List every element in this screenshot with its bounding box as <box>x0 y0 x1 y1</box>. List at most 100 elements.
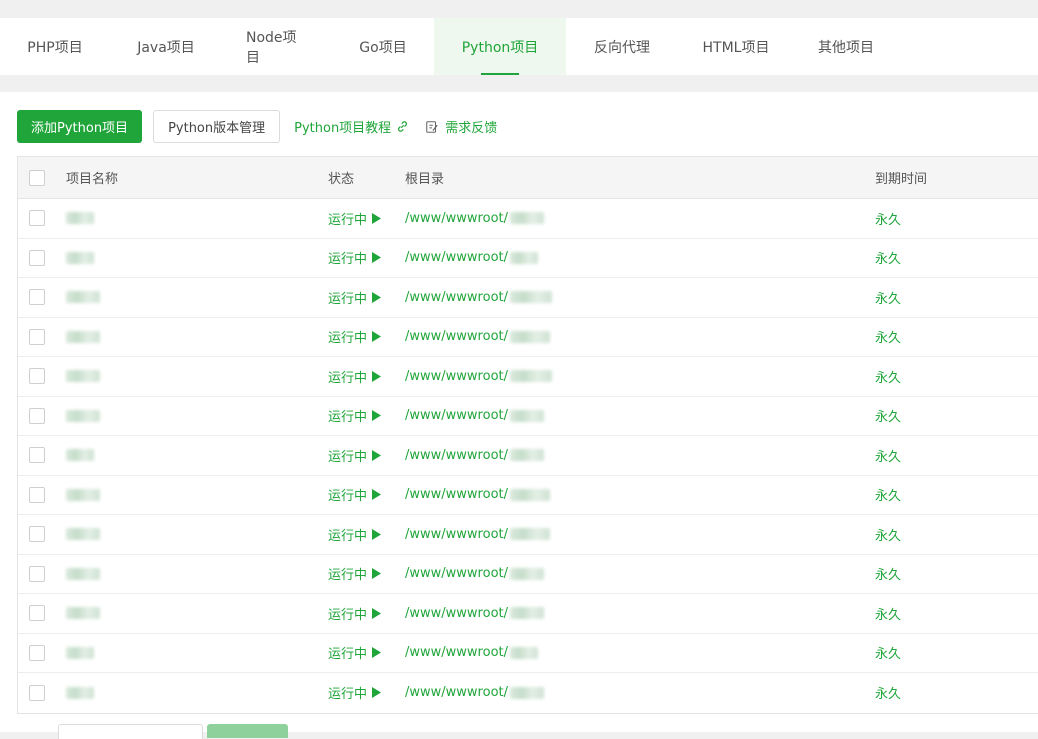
root-cell: /www/wwwroot/ <box>405 487 875 502</box>
project-name[interactable] <box>66 408 328 423</box>
redacted-path <box>510 607 544 620</box>
status-toggle[interactable]: 运行中 <box>328 209 405 228</box>
project-name[interactable] <box>66 329 328 344</box>
root-path: /www/wwwroot/ <box>405 685 508 701</box>
project-name[interactable] <box>66 250 328 265</box>
root-path-link[interactable]: /www/wwwroot/ <box>405 250 875 265</box>
expire-value[interactable]: 永久 <box>875 292 901 307</box>
root-path-link[interactable]: /www/wwwroot/ <box>405 527 875 542</box>
project-name[interactable] <box>66 685 328 700</box>
root-path: /www/wwwroot/ <box>405 526 508 542</box>
expire-value[interactable]: 永久 <box>875 568 901 583</box>
project-name[interactable] <box>66 527 328 542</box>
row-checkbox[interactable] <box>29 289 45 306</box>
root-path-link[interactable]: /www/wwwroot/ <box>405 566 875 581</box>
status-toggle[interactable]: 运行中 <box>328 604 405 623</box>
status-toggle[interactable]: 运行中 <box>328 288 405 307</box>
root-path: /www/wwwroot/ <box>405 210 508 226</box>
status-toggle[interactable]: 运行中 <box>328 327 405 346</box>
expire-value[interactable]: 永久 <box>875 489 901 504</box>
expire-value[interactable]: 永久 <box>875 450 901 465</box>
root-path-link[interactable]: /www/wwwroot/ <box>405 369 875 384</box>
root-cell: /www/wwwroot/ <box>405 685 875 700</box>
play-icon <box>372 212 382 224</box>
project-name[interactable] <box>66 290 328 305</box>
root-path-link[interactable]: /www/wwwroot/ <box>405 685 875 700</box>
python-version-manage-button[interactable]: Python版本管理 <box>153 110 281 143</box>
status-toggle[interactable]: 运行中 <box>328 525 405 544</box>
tab-6[interactable]: HTML项目 <box>678 18 794 75</box>
expire-value[interactable]: 永久 <box>875 213 901 228</box>
row-checkbox[interactable] <box>29 210 45 227</box>
tab-1[interactable]: Java项目 <box>110 18 222 75</box>
root-path-link[interactable]: /www/wwwroot/ <box>405 408 875 423</box>
tab-4[interactable]: Python项目 <box>434 18 566 75</box>
root-path-link[interactable]: /www/wwwroot/ <box>405 487 875 502</box>
redacted-project-name <box>66 409 100 422</box>
row-checkbox[interactable] <box>29 407 45 424</box>
row-checkbox[interactable] <box>29 644 45 661</box>
project-name[interactable] <box>66 487 328 502</box>
project-name[interactable] <box>66 448 328 463</box>
row-checkbox[interactable] <box>29 565 45 582</box>
expire-value[interactable]: 永久 <box>875 410 901 425</box>
root-path-link[interactable]: /www/wwwroot/ <box>405 290 875 305</box>
expire-value[interactable]: 永久 <box>875 529 901 544</box>
batch-action-button[interactable] <box>207 724 288 738</box>
status-toggle[interactable]: 运行中 <box>328 446 405 465</box>
redacted-project-name <box>66 488 100 501</box>
status-toggle[interactable]: 运行中 <box>328 683 405 702</box>
tab-2[interactable]: Node项目 <box>222 18 332 75</box>
status-toggle[interactable]: 运行中 <box>328 564 405 583</box>
select-all-checkbox[interactable] <box>29 169 45 186</box>
row-checkbox[interactable] <box>29 249 45 266</box>
expire-value[interactable]: 永久 <box>875 608 901 623</box>
row-checkbox[interactable] <box>29 447 45 464</box>
status-toggle[interactable]: 运行中 <box>328 643 405 662</box>
add-python-project-button[interactable]: 添加Python项目 <box>17 110 143 143</box>
project-name[interactable] <box>66 606 328 621</box>
row-checkbox[interactable] <box>29 328 45 345</box>
root-cell: /www/wwwroot/ <box>405 369 875 384</box>
status-toggle[interactable]: 运行中 <box>328 406 405 425</box>
tab-3[interactable]: Go项目 <box>332 18 434 75</box>
project-name[interactable] <box>66 369 328 384</box>
root-cell: /www/wwwroot/ <box>405 566 875 581</box>
row-checkbox-cell <box>18 644 66 661</box>
python-tutorial-link[interactable]: Python项目教程 <box>294 117 409 136</box>
project-name[interactable] <box>66 211 328 226</box>
table-row: 运行中/www/wwwroot/永久 <box>18 357 1038 397</box>
root-cell: /www/wwwroot/ <box>405 211 875 226</box>
redacted-project-name <box>66 212 94 225</box>
redacted-project-name <box>66 370 100 383</box>
expire-value[interactable]: 永久 <box>875 331 901 346</box>
tab-7[interactable]: 其他项目 <box>794 18 898 75</box>
tab-0[interactable]: PHP项目 <box>0 18 110 75</box>
expire-value[interactable]: 永久 <box>875 687 901 702</box>
expire-value[interactable]: 永久 <box>875 371 901 386</box>
status-toggle[interactable]: 运行中 <box>328 248 405 267</box>
row-checkbox[interactable] <box>29 526 45 543</box>
root-path-link[interactable]: /www/wwwroot/ <box>405 645 875 660</box>
status-toggle[interactable]: 运行中 <box>328 485 405 504</box>
row-checkbox[interactable] <box>29 486 45 503</box>
root-path-link[interactable]: /www/wwwroot/ <box>405 606 875 621</box>
row-checkbox[interactable] <box>29 605 45 622</box>
project-name[interactable] <box>66 645 328 660</box>
row-checkbox[interactable] <box>29 368 45 385</box>
root-cell: /www/wwwroot/ <box>405 290 875 305</box>
root-path-link[interactable]: /www/wwwroot/ <box>405 329 875 344</box>
feedback-link[interactable]: 需求反馈 <box>425 117 497 136</box>
root-path-link[interactable]: /www/wwwroot/ <box>405 211 875 226</box>
root-path-link[interactable]: /www/wwwroot/ <box>405 448 875 463</box>
tab-5[interactable]: 反向代理 <box>566 18 678 75</box>
status-toggle[interactable]: 运行中 <box>328 367 405 386</box>
redacted-project-name <box>66 449 94 462</box>
expire-value[interactable]: 永久 <box>875 252 901 267</box>
row-checkbox[interactable] <box>29 684 45 701</box>
project-name[interactable] <box>66 566 328 581</box>
expire-value[interactable]: 永久 <box>875 647 901 662</box>
row-checkbox-cell <box>18 684 66 701</box>
main-panel: 添加Python项目 Python版本管理 Python项目教程 需求反馈 项目… <box>0 92 1038 739</box>
table-row: 运行中/www/wwwroot/永久 <box>18 278 1038 318</box>
